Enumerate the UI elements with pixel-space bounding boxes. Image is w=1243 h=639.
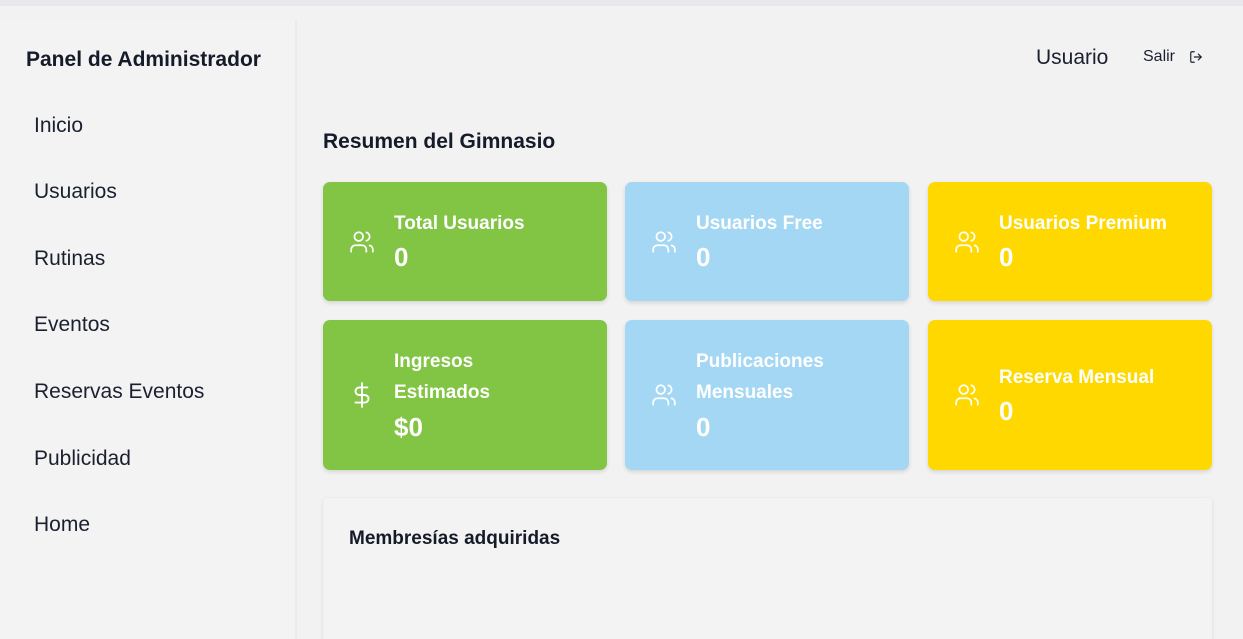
card-value: 0 bbox=[999, 242, 1014, 272]
card-label-line-1: Ingresos bbox=[394, 351, 474, 372]
sidebar-item-inicio[interactable]: Inicio bbox=[34, 114, 83, 138]
users-icon bbox=[651, 382, 677, 408]
dollar-icon bbox=[349, 382, 375, 408]
section-title: Resumen del Gimnasio bbox=[323, 130, 556, 153]
card-ingresos-estimados: Ingresos Estimados $0 bbox=[323, 320, 607, 470]
sidebar-item-home[interactable]: Home bbox=[34, 513, 90, 537]
logout-button[interactable]: Salir bbox=[1143, 48, 1203, 66]
card-value: $0 bbox=[394, 412, 423, 442]
card-value: 0 bbox=[394, 242, 409, 272]
sidebar: Panel de Administrador Inicio Usuarios R… bbox=[0, 20, 297, 639]
card-value: 0 bbox=[999, 396, 1014, 426]
sidebar-item-usuarios[interactable]: Usuarios bbox=[34, 180, 117, 204]
card-total-usuarios: Total Usuarios 0 bbox=[323, 182, 607, 301]
card-label: Total Usuarios bbox=[394, 213, 525, 234]
sidebar-item-publicidad[interactable]: Publicidad bbox=[34, 447, 131, 471]
card-usuarios-free: Usuarios Free 0 bbox=[625, 182, 909, 301]
logout-label: Salir bbox=[1143, 48, 1176, 65]
card-publicaciones-mensuales: Publicaciones Mensuales 0 bbox=[625, 320, 909, 470]
sidebar-item-eventos[interactable]: Eventos bbox=[34, 313, 110, 337]
sidebar-item-reservas-eventos[interactable]: Reservas Eventos bbox=[34, 380, 204, 404]
card-label-line-2: Estimados bbox=[394, 382, 491, 403]
memberships-title: Membresías adquiridas bbox=[349, 528, 561, 549]
card-usuarios-premium: Usuarios Premium 0 bbox=[928, 182, 1212, 301]
users-icon bbox=[954, 229, 980, 255]
user-label: Usuario bbox=[1036, 46, 1109, 69]
card-value: 0 bbox=[696, 242, 711, 272]
card-label: Usuarios Free bbox=[696, 213, 823, 234]
users-icon bbox=[651, 229, 677, 255]
card-label: Usuarios Premium bbox=[999, 213, 1167, 234]
users-icon bbox=[349, 229, 375, 255]
sidebar-item-rutinas[interactable]: Rutinas bbox=[34, 247, 105, 271]
sidebar-title: Panel de Administrador bbox=[26, 48, 261, 71]
users-icon bbox=[954, 382, 980, 408]
app-root: Panel de Administrador Inicio Usuarios R… bbox=[0, 0, 1243, 639]
card-reserva-mensual: Reserva Mensual 0 bbox=[928, 320, 1212, 470]
card-label: Reserva Mensual bbox=[999, 367, 1155, 388]
logout-icon bbox=[1189, 50, 1203, 64]
card-label-line-2: Mensuales bbox=[696, 382, 794, 403]
card-label-line-1: Publicaciones bbox=[696, 351, 824, 372]
card-value: 0 bbox=[696, 412, 711, 442]
memberships-panel: Membresías adquiridas bbox=[323, 498, 1212, 639]
